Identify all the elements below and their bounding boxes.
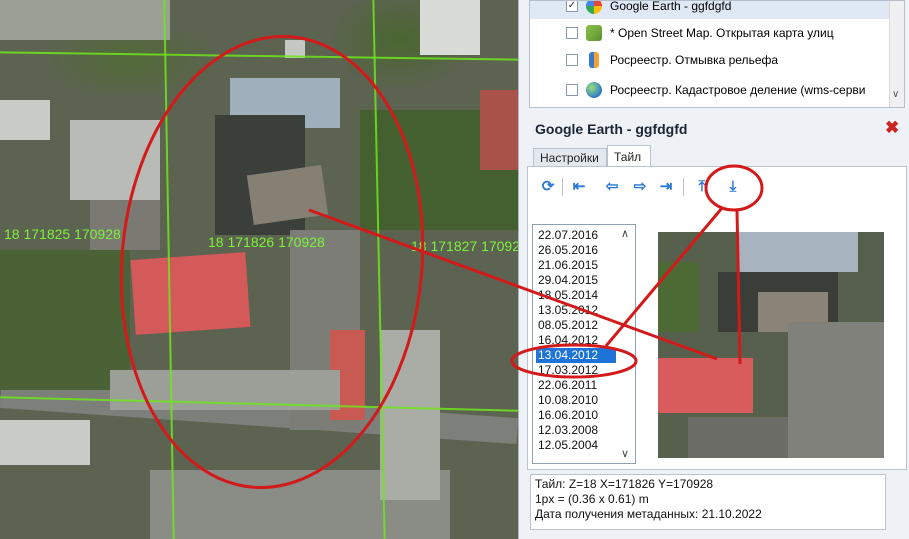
- preview-building: [788, 322, 884, 458]
- tile-preview: [658, 232, 884, 458]
- layer-list[interactable]: ✓ Google Earth - ggfdgfd * Open Street M…: [529, 0, 905, 108]
- preview-building: [688, 417, 788, 458]
- date-item-selected[interactable]: 13.04.2012: [536, 348, 616, 363]
- metadata-date: Дата получения метаданных: 21.10.2022: [535, 507, 762, 521]
- date-item[interactable]: 22.07.2016: [536, 228, 616, 243]
- tile-info: Тайл: Z=18 X=171826 Y=170928 1px = (0.36…: [530, 474, 886, 530]
- layer-name: * Open Street Map. Открытая карта улиц: [610, 26, 834, 40]
- date-item[interactable]: 12.03.2008: [536, 423, 616, 438]
- tile-label: 18 171827 170928: [411, 238, 518, 254]
- toolbar-separator: [683, 178, 684, 196]
- date-item[interactable]: 13.05.2012: [536, 303, 616, 318]
- chevron-down-icon[interactable]: ∨: [621, 447, 629, 460]
- date-item[interactable]: 12.05.2004: [536, 438, 616, 453]
- close-icon[interactable]: ✖: [885, 118, 899, 138]
- layer-name: Росреестр. Кадастровое деление (wms-серв…: [610, 83, 866, 97]
- date-item[interactable]: 26.05.2016: [536, 243, 616, 258]
- date-item[interactable]: 16.06.2010: [536, 408, 616, 423]
- map-building: [0, 420, 90, 465]
- date-item[interactable]: 29.04.2015: [536, 273, 616, 288]
- chevron-down-icon[interactable]: ∨: [892, 89, 899, 100]
- layer-item[interactable]: * Open Street Map. Открытая карта улиц: [530, 20, 890, 46]
- date-item[interactable]: 08.05.2012: [536, 318, 616, 333]
- map-building-red: [480, 90, 518, 170]
- refresh-icon[interactable]: ⟳: [539, 178, 557, 196]
- puzzle-icon: [586, 25, 602, 41]
- layer-list-scrollbar[interactable]: ∨: [889, 1, 904, 107]
- date-item[interactable]: 16.04.2012: [536, 333, 616, 348]
- map-building: [246, 165, 329, 225]
- layer-checkbox[interactable]: [566, 54, 578, 66]
- map-building: [420, 0, 480, 55]
- map-building: [70, 120, 160, 200]
- date-item[interactable]: 17.03.2012: [536, 363, 616, 378]
- layer-name: Росреестр. Отмывка рельефа: [610, 53, 779, 67]
- layer-item[interactable]: ✓ Google Earth - ggfdgfd: [530, 0, 890, 19]
- date-item[interactable]: 10.08.2010: [536, 393, 616, 408]
- date-list-scrollbar[interactable]: ∧ ∨: [618, 225, 635, 463]
- layer-name: Google Earth - ggfdgfd: [610, 0, 732, 13]
- tile-label: 18 171826 170928: [208, 234, 325, 250]
- pixel-size: 1px = (0.36 x 0.61) m: [535, 492, 649, 506]
- last-icon[interactable]: ⇥: [657, 178, 675, 196]
- tile-grid-line: [372, 0, 386, 539]
- map-building: [380, 330, 440, 500]
- next-icon[interactable]: ⇨: [631, 178, 649, 196]
- map-building-red: [130, 252, 251, 335]
- layer-item[interactable]: Росреестр. Кадастровое деление (wms-серв…: [530, 77, 890, 103]
- satellite-map[interactable]: 18 171825 170928 18 171826 170928 18 171…: [0, 0, 518, 539]
- tile-coords: Тайл: Z=18 X=171826 Y=170928: [535, 477, 714, 491]
- layer-item[interactable]: Росреестр. Отмывка рельефа: [530, 47, 890, 73]
- first-icon[interactable]: ⇤: [570, 178, 588, 196]
- download-icon[interactable]: ⤓: [724, 178, 742, 196]
- layer-checkbox[interactable]: [566, 27, 578, 39]
- chevron-up-icon[interactable]: ∧: [621, 227, 629, 240]
- prev-icon[interactable]: ⇦: [603, 178, 621, 196]
- tile-label: 18 171825 170928: [4, 226, 121, 242]
- layer-checkbox[interactable]: [566, 84, 578, 96]
- toolbar-separator: [562, 178, 563, 196]
- upload-icon[interactable]: ⤒: [693, 178, 711, 196]
- date-item[interactable]: 18.05.2014: [536, 288, 616, 303]
- map-green-area: [0, 250, 130, 390]
- date-item[interactable]: 22.06.2011: [536, 378, 616, 393]
- preview-building-red: [658, 358, 753, 413]
- preview-building: [738, 232, 858, 272]
- globe-icon: [586, 82, 602, 98]
- date-item[interactable]: 21.06.2015: [536, 258, 616, 273]
- google-icon: [586, 1, 602, 14]
- tab-tile[interactable]: Тайл: [607, 145, 651, 167]
- preview-building: [658, 262, 698, 332]
- rosreestr-icon: [589, 52, 599, 68]
- map-building: [0, 0, 170, 40]
- tab-settings[interactable]: Настройки: [533, 148, 607, 167]
- map-building: [0, 100, 50, 140]
- date-list[interactable]: 22.07.2016 26.05.2016 21.06.2015 29.04.2…: [532, 224, 636, 464]
- panel-title: Google Earth - ggfdgfd: [535, 121, 688, 137]
- layer-checkbox[interactable]: ✓: [566, 1, 578, 12]
